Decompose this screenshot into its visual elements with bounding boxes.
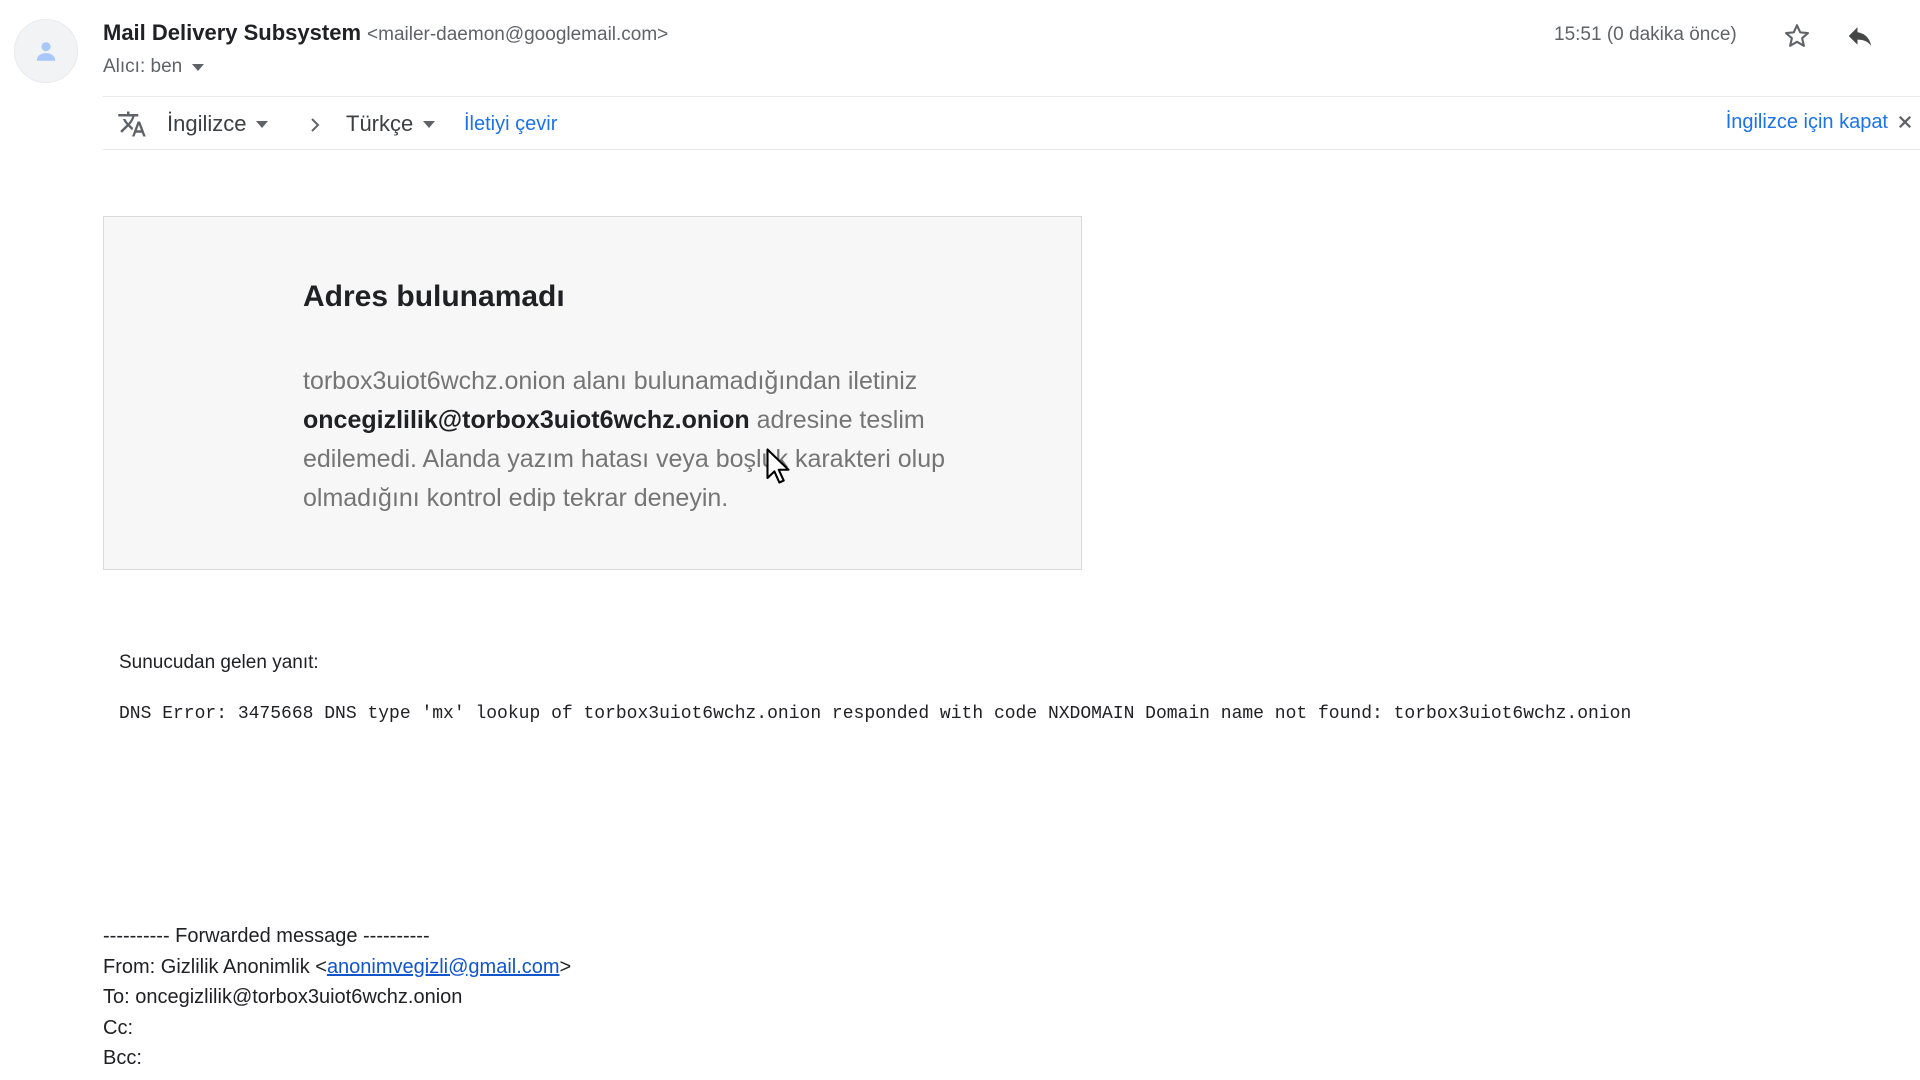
forwarded-cc: Cc:: [103, 1016, 133, 1039]
sender-line: Mail Delivery Subsystem <mailer-daemon@go…: [103, 20, 668, 46]
forwarded-from-prefix: From: Gizlilik Anonimlik <: [103, 955, 327, 978]
reply-icon: [1848, 27, 1872, 46]
forwarded-from-suffix: >: [559, 955, 572, 978]
reply-button[interactable]: [1840, 16, 1880, 56]
bounce-recipient-address: oncegizlilik@torbox3uiot6wchz.onion: [303, 406, 750, 434]
person-avatar-icon: [36, 42, 56, 61]
email-view: Mail Delivery Subsystem <mailer-daemon@go…: [0, 0, 1920, 1080]
star-button[interactable]: [1777, 16, 1817, 56]
bounce-notice-box: Adres bulunamadı torbox3uiot6wchz.onion …: [103, 216, 1082, 570]
forwarded-to: To: oncegizlilik@torbox3uiot6wchz.onion: [103, 986, 463, 1008]
chevron-down-icon: [423, 120, 436, 128]
chevron-right-icon: [311, 118, 320, 132]
dns-error-text: DNS Error: 3475668 DNS type 'mx' lookup …: [119, 704, 1632, 724]
bounce-title: Adres bulunamadı: [303, 280, 565, 313]
close-icon[interactable]: [1896, 113, 1914, 131]
forwarded-header: ---------- Forwarded message ----------: [103, 925, 430, 947]
target-language-dropdown[interactable]: Türkçe: [346, 111, 436, 137]
forwarded-bcc: Bcc:: [103, 1047, 142, 1069]
chevron-down-icon: [192, 63, 205, 71]
email-timestamp: 15:51 (0 dakika önce): [1554, 24, 1737, 45]
forwarded-message: ---------- Forwarded message ---------- …: [103, 921, 571, 1074]
translate-icon: [118, 111, 146, 137]
source-language-label: İngilizce: [167, 111, 247, 136]
recipient-label: Alıcı: ben: [103, 56, 183, 77]
target-language-label: Türkçe: [346, 111, 414, 136]
bounce-message-part1: torbox3uiot6wchz.onion alanı bulunamadığ…: [303, 367, 918, 395]
source-language-dropdown[interactable]: İngilizce: [167, 111, 269, 137]
chevron-down-icon: [256, 120, 269, 128]
bounce-message: torbox3uiot6wchz.onion alanı bulunamadığ…: [303, 362, 993, 518]
forwarded-from-email-link[interactable]: anonimvegizli@gmail.com: [327, 956, 560, 978]
translate-message-link[interactable]: İletiyi çevir: [464, 113, 557, 136]
forwarded-from: From: Gizlilik Anonimlik <anonimvegizli@…: [103, 952, 571, 983]
translate-bar: İngilizce Türkçe İletiyi çevir İngilizce…: [103, 96, 1920, 150]
recipient-details-toggle[interactable]: Alıcı: ben: [103, 56, 205, 78]
server-response-label: Sunucudan gelen yanıt:: [119, 652, 319, 673]
sender-name[interactable]: Mail Delivery Subsystem: [103, 20, 361, 45]
sender-avatar[interactable]: [14, 19, 78, 83]
star-icon: [1784, 24, 1810, 47]
sender-email: <mailer-daemon@googlemail.com>: [367, 24, 669, 45]
turn-off-translation-link[interactable]: İngilizce için kapat: [1726, 111, 1888, 134]
